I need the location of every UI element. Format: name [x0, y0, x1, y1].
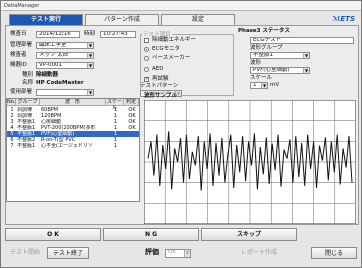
- chevron-down-icon: ▼: [87, 90, 93, 95]
- cell-scale: 1: [113, 143, 118, 149]
- eval-label: 評価: [145, 248, 159, 256]
- col-header-wave: 波 形: [40, 99, 106, 106]
- chevron-down-icon: ▼: [303, 53, 309, 58]
- test-item-radio[interactable]: [144, 56, 149, 61]
- waveform-select[interactable]: PVF(心室細動) ▼: [250, 67, 310, 74]
- cell-no: 7: [10, 143, 14, 149]
- test-item-label: ECGモニタ: [152, 46, 181, 52]
- tab-test-run[interactable]: テスト実行: [9, 14, 83, 25]
- waveform-chart-svg: [143, 99, 357, 225]
- waveform-group-select[interactable]: 不整脈1 ▼: [250, 52, 310, 59]
- dept-select[interactable]: ▼: [36, 89, 94, 96]
- date-label: 検査日: [10, 31, 27, 37]
- test-item-radio[interactable]: [144, 67, 149, 72]
- waveform-group-label: 波形グループ: [250, 45, 283, 51]
- phase3-status-field: ECGテスト: [250, 37, 354, 44]
- eval-value: OK: [168, 249, 176, 255]
- place-label: 管理部署: [10, 42, 33, 48]
- ok-button[interactable]: O K: [5, 228, 101, 241]
- inspector-label: 検査者: [10, 52, 27, 58]
- scale-label: スケール: [250, 75, 273, 81]
- name-value: HP CodeMaster: [36, 80, 84, 86]
- place-select[interactable]: 臨床工学室 ▼: [36, 42, 94, 49]
- eval-select[interactable]: OK ▼: [165, 249, 191, 258]
- retest-label: 再試験: [152, 76, 169, 82]
- time-field[interactable]: 10:27:43: [100, 31, 136, 38]
- chevron-down-icon: ▼: [87, 43, 93, 48]
- skip-button[interactable]: スキップ: [201, 228, 297, 241]
- device-id-label: 機器ID: [10, 62, 27, 68]
- pattern-label: テストパターン: [140, 83, 179, 89]
- window-titlebar: DeltaManager: [1, 1, 361, 11]
- waveform-value: PVF(心室細動): [253, 67, 290, 73]
- date-field[interactable]: 2014/12/16: [36, 31, 80, 38]
- cell-result: [125, 143, 139, 149]
- main-tabs: テスト実行 パターン作成 設定: [7, 14, 357, 25]
- chevron-down-icon: ▼: [303, 68, 309, 73]
- device-id-value: VP-0001: [39, 62, 62, 68]
- type-label: 種別: [22, 72, 34, 78]
- chevron-down-icon: ▼: [261, 83, 267, 88]
- col-header-no: No.: [7, 99, 16, 106]
- close-button[interactable]: 閉じる: [311, 247, 357, 259]
- judgement-bar: O K N G スキップ: [5, 228, 359, 242]
- test-item-checkbox[interactable]: [144, 38, 149, 43]
- col-header-scale: スケール: [106, 99, 124, 111]
- waveform-group-value: 不整脈1: [253, 52, 273, 58]
- phase3-title: Phase3 ステータス: [238, 28, 290, 34]
- footer-bar: テスト開始 テスト終了 評価 OK ▼ レポート作成 閉じる: [5, 247, 359, 261]
- test-item-radio[interactable]: [144, 47, 149, 52]
- brand-logo: ℳETS: [332, 15, 355, 23]
- col-header-group: グループ: [16, 99, 40, 106]
- scale-select[interactable]: 1 ▼: [250, 82, 268, 89]
- retest-checkbox[interactable]: [144, 76, 149, 82]
- test-item-label: 除細動エネルギー: [152, 37, 197, 43]
- table-row[interactable]: 7 不整脈1 心不全(エージェドリゾ 1: [7, 143, 139, 149]
- device-id-select[interactable]: VP-0001 ▼: [36, 62, 94, 69]
- test-item-label: AED: [152, 66, 164, 72]
- chevron-down-icon: ▼: [184, 250, 190, 257]
- app-window: DeltaManager テスト実行 パターン作成 設定 ℳETS 検査日 20…: [0, 0, 362, 268]
- cell-wave: 心不全(エージェドリゾ: [41, 143, 93, 149]
- col-header-result: 判定: [124, 99, 139, 106]
- waveform-label: 波形: [250, 60, 262, 66]
- ng-button[interactable]: N G: [103, 228, 199, 241]
- time-label: 時刻: [84, 31, 96, 37]
- place-value: 臨床工学室: [39, 42, 67, 48]
- inspector-select[interactable]: メッツ 太郎 ▼: [36, 52, 94, 59]
- chevron-down-icon: ▼: [87, 63, 93, 68]
- test-end-button[interactable]: テスト終了: [47, 247, 89, 259]
- report-button[interactable]: レポート作成: [235, 247, 283, 259]
- tab-settings[interactable]: 設定: [161, 14, 235, 25]
- test-item-label: ペースメーカー: [152, 55, 191, 61]
- test-start-button[interactable]: テスト開始: [5, 247, 45, 259]
- name-label: 名称: [22, 80, 34, 86]
- scale-value: 1: [253, 82, 257, 88]
- type-value: 除細動器: [36, 72, 59, 78]
- dept-label: 使用部署: [10, 89, 33, 95]
- chevron-down-icon: ▼: [87, 53, 93, 58]
- inspector-value: メッツ 太郎: [39, 52, 69, 58]
- waveform-sample-label: 波形サンプル: [144, 93, 177, 99]
- tab-pattern-create[interactable]: パターン作成: [85, 14, 159, 25]
- waveform-chart: [143, 99, 357, 225]
- scale-unit: mV: [270, 82, 280, 88]
- test-result-table: No. グループ 波 形 スケール 判定 1 洞調律 60BPM 1 OK 2 洞調律 120…: [6, 98, 140, 202]
- main-panel: 検査日 2014/12/16 時刻 10:27:43 管理部署 臨床工学室 ▼ 検…: [5, 25, 359, 225]
- cell-group: 不整脈1: [17, 143, 36, 149]
